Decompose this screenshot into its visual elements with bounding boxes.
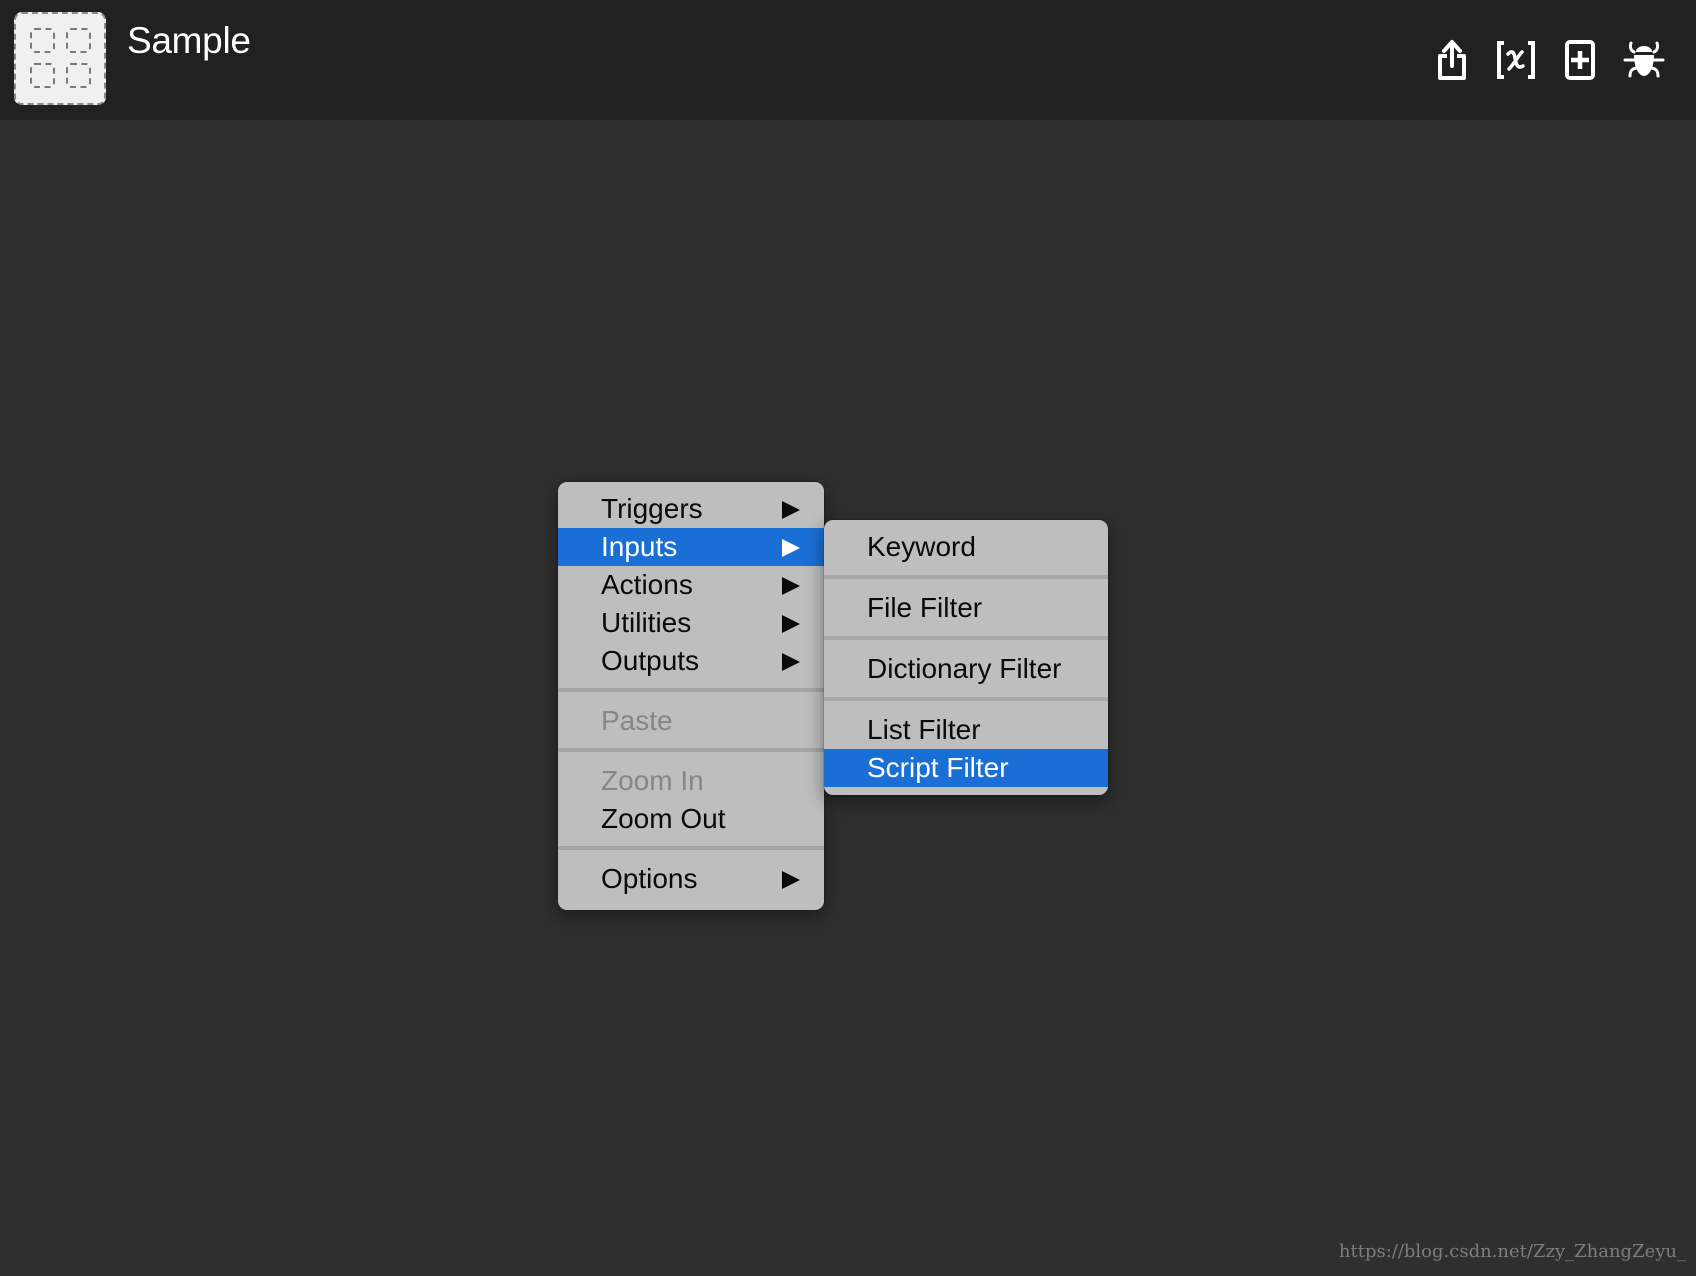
menu-item-utilities[interactable]: Utilities [558, 604, 824, 642]
submenu-item-script-filter[interactable]: Script Filter [824, 749, 1108, 787]
submenu-arrow-icon [782, 539, 800, 557]
menu-item-label: Inputs [601, 531, 678, 562]
menu-item-triggers[interactable]: Triggers [558, 490, 824, 528]
menu-item-actions[interactable]: Actions [558, 566, 824, 604]
submenu-item-list-filter[interactable]: List Filter [824, 711, 1108, 749]
submenu-arrow-icon [782, 501, 800, 519]
menu-item-label: Zoom In [601, 765, 704, 796]
menu-item-label: Options [601, 863, 698, 894]
submenu-item-file-filter[interactable]: File Filter [824, 589, 1108, 627]
workflow-title: Sample [127, 20, 251, 61]
add-icon[interactable] [1558, 38, 1602, 82]
menu-separator [824, 636, 1108, 640]
menu-item-label: Outputs [601, 645, 700, 676]
grid-cell-icon [66, 63, 91, 88]
submenu-arrow-icon [782, 615, 800, 633]
submenu-arrow-icon [782, 653, 800, 671]
submenu-item-dictionary-filter[interactable]: Dictionary Filter [824, 650, 1108, 688]
bug-icon[interactable] [1622, 38, 1666, 82]
menu-separator [558, 748, 824, 752]
menu-item-label: Script Filter [867, 752, 1009, 783]
grid-cell-icon [30, 63, 55, 88]
menu-item-label: Keyword [867, 531, 976, 562]
submenu-item-keyword[interactable]: Keyword [824, 528, 1108, 566]
inputs-submenu: Keyword File Filter Dictionary Filter Li… [824, 520, 1108, 795]
menu-item-zoom-out[interactable]: Zoom Out [558, 800, 824, 838]
menu-item-label: Paste [601, 705, 673, 736]
grid-cell-icon [30, 28, 55, 53]
menu-separator [558, 846, 824, 850]
menu-item-label: Dictionary Filter [867, 653, 1062, 684]
menu-separator [824, 697, 1108, 701]
menu-item-outputs[interactable]: Outputs [558, 642, 824, 680]
menu-separator [558, 688, 824, 692]
menu-item-label: List Filter [867, 714, 981, 745]
menu-separator [824, 575, 1108, 579]
menu-item-label: Zoom Out [601, 803, 726, 834]
menu-item-label: Actions [601, 569, 693, 600]
workflow-icon-placeholder[interactable] [14, 12, 106, 105]
variable-icon[interactable] [1494, 38, 1538, 82]
grid-cell-icon [66, 28, 91, 53]
menu-item-options[interactable]: Options [558, 860, 824, 898]
app-header: Sample [0, 0, 1696, 120]
submenu-arrow-icon [782, 871, 800, 889]
watermark-text: https://blog.csdn.net/Zzy_ZhangZeyu_ [1338, 1241, 1686, 1262]
submenu-arrow-icon [782, 577, 800, 595]
menu-item-paste: Paste [558, 702, 824, 740]
share-icon[interactable] [1430, 38, 1474, 82]
menu-item-inputs[interactable]: Inputs [558, 528, 824, 566]
menu-item-label: Triggers [601, 493, 703, 524]
menu-item-zoom-in: Zoom In [558, 762, 824, 800]
menu-item-label: Utilities [601, 607, 692, 638]
context-menu: Triggers Inputs Actions Utilities Output… [558, 482, 824, 910]
menu-item-label: File Filter [867, 592, 983, 623]
